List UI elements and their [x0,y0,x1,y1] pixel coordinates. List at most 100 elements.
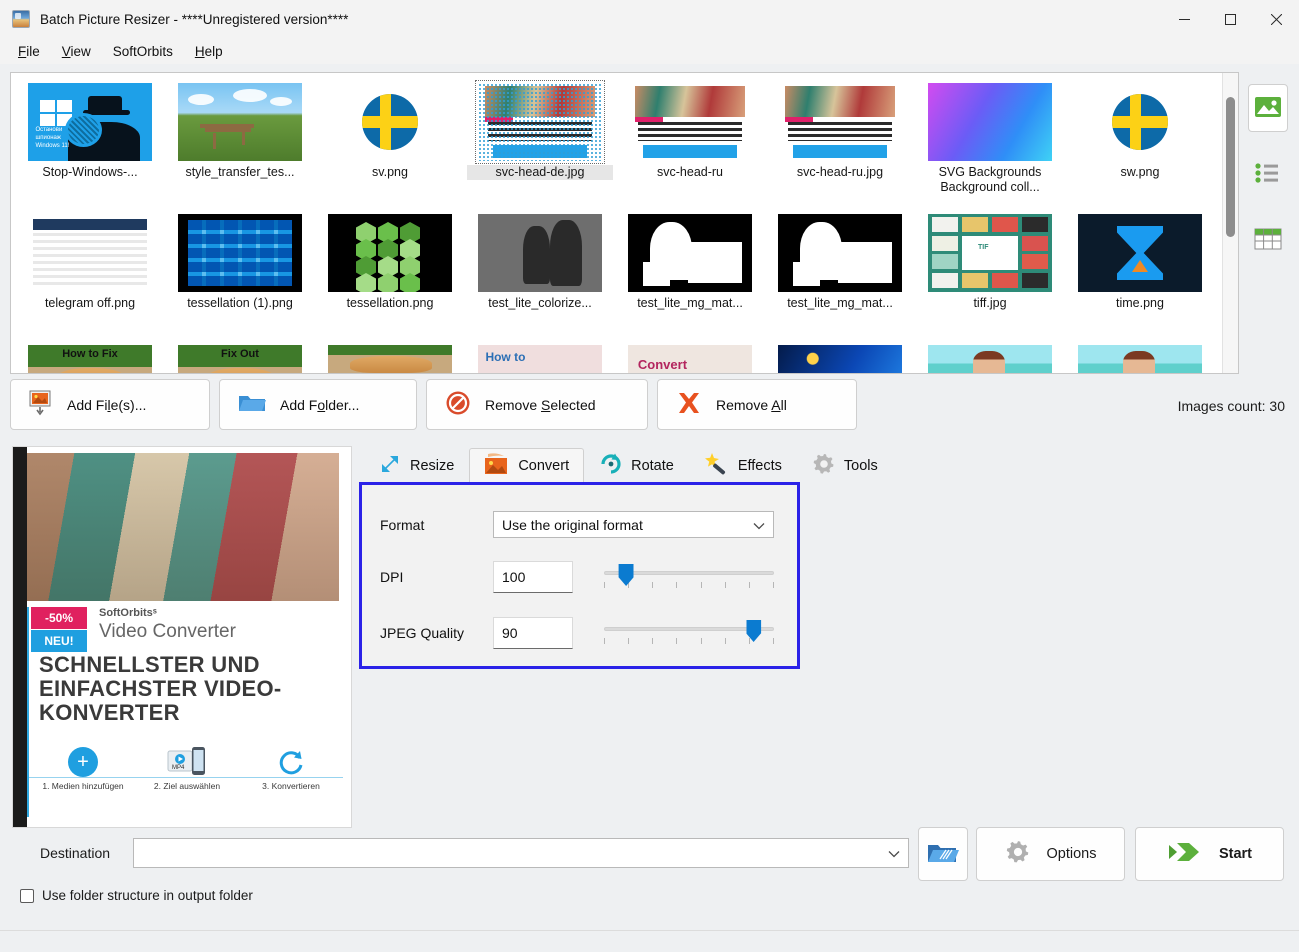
jpeg-quality-value: 90 [502,625,518,641]
thumbnail-image [628,83,752,161]
options-label: Options [1046,846,1097,862]
preview-brand: SoftOrbitsˢ [99,607,157,619]
tab-resize[interactable]: Resize [363,448,469,482]
convert-image-icon [484,452,510,480]
remove-all-button[interactable]: Remove All [657,379,857,430]
thumbnail-item[interactable]: How to FixOut of FocusTitle2.jpg [15,341,165,373]
tab-rotate-label: Rotate [631,457,674,474]
thumbnail-item[interactable]: SVG Backgrounds Background coll... [915,79,1065,210]
thumbnail-scrollbar[interactable] [1222,73,1238,373]
app-icon [12,10,30,28]
thumbnail-label: test_lite_colorize... [488,296,592,310]
thumbnail-preview [178,214,302,292]
preview-photo [27,453,339,601]
thumbnail-item[interactable]: svc-head-ru [615,79,765,210]
jpeg-quality-input[interactable]: 90 [493,617,573,649]
thumbnail-item[interactable]: test_lite_mg_mat... [765,210,915,341]
thumbnail-grid[interactable]: Останови шпионаж Windows 11! Stop-Windows-.… [11,73,1238,373]
add-folder-button[interactable]: Add Folder... [219,379,417,430]
dpi-value: 100 [502,569,526,585]
thumbnail-item[interactable]: sv.png [315,79,465,210]
thumbnail-item[interactable]: tessellation (1).png [165,210,315,341]
thumbnail-item[interactable] [315,341,465,373]
chevron-down-icon[interactable] [888,846,900,861]
tab-convert[interactable]: Convert [469,448,585,482]
add-files-button[interactable]: Add File(s)... [10,379,210,430]
browse-destination-button[interactable] [918,827,968,881]
thumbnail-label: svc-head-ru.jpg [796,165,884,179]
start-button[interactable]: Start [1135,827,1284,881]
menu-softorbits[interactable]: SoftOrbits [103,41,183,62]
thumbnail-preview [478,214,602,292]
tab-rotate[interactable]: Rotate [584,448,689,482]
thumbnail-image [478,214,602,292]
preview-discount-badge: -50% [31,607,87,629]
tab-effects-label: Effects [737,457,782,474]
preview-accent-line [27,607,29,817]
thumbnail-image [1078,83,1202,161]
preview-step-label: 3. Konvertieren [262,781,320,791]
tab-tools-label: Tools [843,457,878,474]
thumbnail-label: tiff.jpg [973,296,1007,310]
tab-effects[interactable]: Effects [689,448,797,482]
red-x-icon [676,390,702,419]
tab-tools[interactable]: Tools [797,448,893,482]
resize-arrow-icon [378,452,402,480]
maximize-button[interactable] [1207,0,1253,38]
destination-input[interactable] [133,838,909,868]
dpi-input[interactable]: 100 [493,561,573,593]
table-icon [1254,227,1282,254]
menu-help[interactable]: Help [185,41,233,62]
thumbnail-item[interactable]: TIF tiff.jpg [915,210,1065,341]
chevron-down-icon [753,517,765,533]
menu-softorbits-label: SoftOrbits [112,43,173,59]
thumbnail-item[interactable]: style_transfer_tes... [165,79,315,210]
thumbnail-item[interactable]: svc-head-ru.jpg [765,79,915,210]
format-value: Use the original format [502,516,643,533]
checkbox-box[interactable] [20,888,34,903]
thumbnail-item[interactable]: Останови шпионаж Windows 11! Stop-Windows-.… [15,79,165,210]
thumbnail-label: sv.png [372,165,408,179]
dpi-slider[interactable] [604,562,774,592]
thumbnail-view-button[interactable] [1248,84,1288,132]
menu-view[interactable]: View [52,41,101,62]
thumbnail-item[interactable]: test_lite_mg_mat... [615,210,765,341]
thumbnail-item[interactable] [1065,341,1215,373]
thumbnail-label: test_lite_mg_mat... [637,296,743,310]
green-arrow-icon [1167,839,1201,869]
use-folder-structure-checkbox[interactable]: Use folder structure in output folder [20,888,253,903]
preview-steps: + 1. Medien hinzufügen MP4 2. Ziel auswä… [31,743,343,813]
thumbnail-item[interactable]: test_lite_colorize... [465,210,615,341]
thumbnail-item[interactable]: How to [465,341,615,373]
thumbnail-item[interactable]: time.png [1065,210,1215,341]
details-view-button[interactable] [1248,216,1288,264]
thumbnail-image [178,83,302,161]
thumbnail-label: style_transfer_tes... [185,165,295,179]
thumbnail-item[interactable]: sw.png [1065,79,1215,210]
thumbnail-item[interactable]: telegram off.png [15,210,165,341]
minimize-button[interactable] [1161,0,1207,38]
thumbnail-item[interactable]: tessellation.png [315,210,465,341]
thumbnail-image [1078,214,1202,292]
options-button[interactable]: Options [976,827,1125,881]
thumbnail-preview [1078,214,1202,292]
thumbnail-item[interactable] [915,341,1065,373]
scrollbar-thumb[interactable] [1226,97,1235,237]
remove-selected-button[interactable]: Remove Selected [426,379,648,430]
thumbnail-item[interactable]: svc-head-de.jpg [465,79,615,210]
refresh-icon [243,743,339,781]
format-select[interactable]: Use the original format [493,511,774,538]
thumbnail-image [328,345,452,373]
thumbnail-item[interactable]: Convert [615,341,765,373]
close-button[interactable] [1253,0,1299,38]
thumbnail-item[interactable]: Fix Outof Focus PicturesTitle-fix-out.jp… [165,341,315,373]
thumbnail-image: Останови шпионаж Windows 11! [28,83,152,161]
list-view-button[interactable] [1248,150,1288,198]
preview-product: Video Converter [99,621,236,642]
menu-file[interactable]: File [8,41,50,62]
dpi-row: DPI 100 [380,561,774,593]
jpeg-quality-slider[interactable] [604,618,774,648]
thumbnail-item[interactable] [765,341,915,373]
tab-resize-label: Resize [410,457,455,474]
thumbnail-image: Convert [628,345,752,373]
